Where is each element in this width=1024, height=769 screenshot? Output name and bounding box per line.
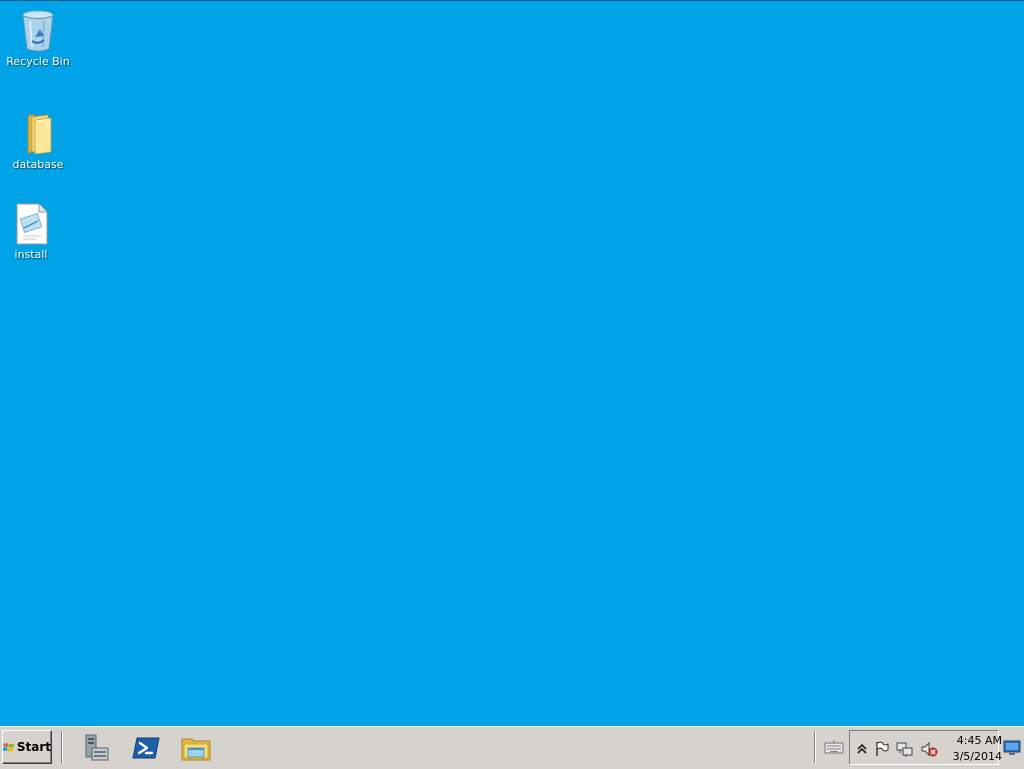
file-explorer-icon — [181, 738, 211, 761]
windows-logo-icon — [3, 742, 15, 752]
desktop-icon-label: Recycle Bin — [6, 55, 70, 68]
desktop-icon-label: database — [12, 158, 64, 171]
taskbar-separator — [814, 731, 816, 763]
taskbar-separator — [61, 731, 63, 763]
taskbar: Start 4:45 AM 3/5/2014 — [0, 726, 1024, 769]
action-center-flag-icon[interactable] — [873, 740, 891, 758]
network-icon[interactable] — [896, 740, 914, 758]
taskbar-pin-server-manager[interactable] — [78, 731, 114, 765]
keyboard-icon[interactable] — [824, 737, 844, 757]
text-document-icon — [16, 203, 48, 245]
start-button[interactable]: Start — [2, 730, 52, 764]
taskbar-pin-powershell[interactable] — [128, 731, 164, 765]
system-clock[interactable]: 4:45 AM 3/5/2014 — [940, 733, 1002, 765]
clock-date: 3/5/2014 — [952, 750, 1002, 763]
desktop[interactable]: Recycle Bin database install — [0, 0, 1024, 726]
desktop-icon-recycle-bin[interactable]: Recycle Bin — [2, 9, 74, 68]
folder-icon — [27, 113, 52, 155]
recycle-bin-icon — [22, 10, 54, 52]
show-hidden-icons-chevron-icon[interactable] — [853, 740, 871, 758]
volume-muted-icon[interactable] — [920, 740, 938, 758]
powershell-icon — [132, 737, 160, 759]
taskbar-pin-file-explorer[interactable] — [178, 731, 214, 765]
show-desktop-icon[interactable] — [1003, 739, 1021, 755]
clock-time: 4:45 AM — [956, 734, 1002, 747]
desktop-icon-install[interactable]: install — [0, 202, 67, 261]
start-label: Start — [16, 740, 51, 754]
desktop-icon-database[interactable]: database — [2, 112, 74, 171]
desktop-icon-label: install — [14, 248, 48, 261]
server-manager-icon — [85, 734, 109, 761]
